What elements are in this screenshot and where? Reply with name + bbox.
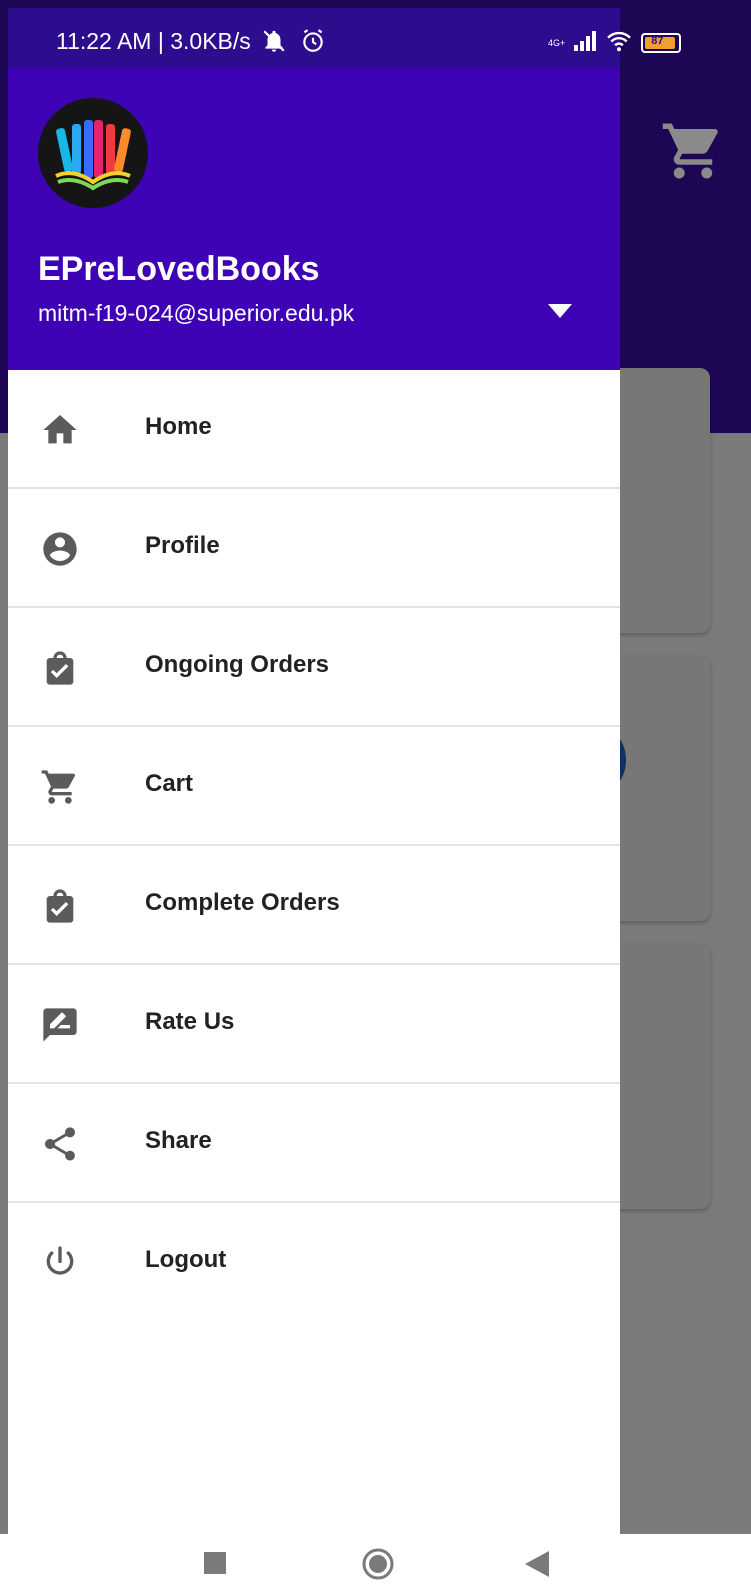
app-name: EPreLovedBooks bbox=[38, 250, 320, 288]
battery-level: 87 bbox=[651, 35, 664, 47]
network-type-label: 4G+ bbox=[548, 38, 566, 48]
system-navigation-bar bbox=[0, 1534, 751, 1596]
status-bar: 11:22 AM | 3.0KB/s 4G+ 87 bbox=[8, 8, 682, 68]
rate-review-icon bbox=[38, 1005, 82, 1045]
drawer-header: EPreLovedBooks mitm-f19-024@superior.edu… bbox=[8, 68, 620, 370]
recent-apps-button[interactable] bbox=[204, 1552, 226, 1579]
app-logo bbox=[38, 98, 148, 208]
drawer-item-label: Complete Orders bbox=[145, 889, 340, 916]
drawer-item-label: Cart bbox=[145, 770, 194, 797]
home-button[interactable] bbox=[361, 1547, 395, 1586]
drawer-item-home[interactable]: Home bbox=[8, 370, 620, 489]
drawer-item-share[interactable]: Share bbox=[8, 1084, 620, 1203]
drawer-item-label: Logout bbox=[145, 1246, 227, 1273]
navigation-drawer: 11:22 AM | 3.0KB/s 4G+ 87 EPreLovedBooks… bbox=[8, 8, 682, 1536]
drawer-item-label: Rate Us bbox=[145, 1008, 235, 1035]
back-button[interactable] bbox=[525, 1551, 549, 1582]
drawer-item-logout[interactable]: Logout bbox=[8, 1203, 620, 1322]
signal-icon bbox=[573, 30, 597, 56]
alarm-icon bbox=[300, 28, 326, 59]
drawer-item-cart[interactable]: Cart bbox=[8, 727, 620, 846]
status-indicators: 4G+ 87 bbox=[548, 28, 682, 58]
status-time: 11:22 AM | 3.0KB/s bbox=[56, 28, 251, 54]
toolbar-cart-icon[interactable] bbox=[660, 118, 726, 184]
drawer-item-label: Home bbox=[145, 413, 212, 440]
shopping-bag-check-icon bbox=[38, 886, 82, 926]
battery-icon: 87 bbox=[641, 33, 682, 53]
muted-icon bbox=[260, 28, 288, 59]
account-dropdown-icon[interactable] bbox=[548, 304, 572, 318]
drawer-item-ongoing-orders[interactable]: Ongoing Orders bbox=[8, 608, 620, 727]
account-circle-icon bbox=[38, 529, 82, 569]
share-icon bbox=[38, 1124, 82, 1164]
drawer-item-rate-us[interactable]: Rate Us bbox=[8, 965, 620, 1084]
user-email: mitm-f19-024@superior.edu.pk bbox=[38, 300, 355, 326]
power-icon bbox=[38, 1243, 82, 1283]
drawer-item-profile[interactable]: Profile bbox=[8, 489, 620, 608]
drawer-item-complete-orders[interactable]: Complete Orders bbox=[8, 846, 620, 965]
cart-icon bbox=[38, 767, 82, 807]
drawer-item-label: Share bbox=[145, 1127, 212, 1154]
drawer-item-label: Profile bbox=[145, 532, 220, 559]
drawer-menu: Home Profile Ongoing Orders Cart Complet… bbox=[8, 370, 620, 1322]
wifi-icon bbox=[605, 30, 633, 57]
drawer-item-label: Ongoing Orders bbox=[145, 651, 330, 678]
home-icon bbox=[38, 410, 82, 450]
shopping-bag-check-icon bbox=[38, 648, 82, 688]
